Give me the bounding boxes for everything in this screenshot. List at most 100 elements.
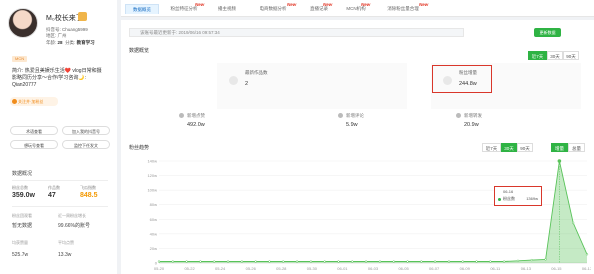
share-icon [456,113,461,118]
age-value: 28 [57,40,63,45]
update-info-bar: 该账号最近更新于: 2019/06/16 09:57:34 [129,28,464,37]
data-point [171,260,174,263]
y-tick-label: 60w [150,217,157,222]
mode-total-button[interactable]: 总量 [568,143,585,152]
stat-value: 525.7w [12,252,29,258]
peak-point [557,159,562,163]
update-data-button[interactable]: 更新数据 [534,28,561,37]
series-line [159,160,588,262]
works-count: 47 [48,192,56,199]
stat-label: 均获赞量 [12,240,28,245]
profile-bio: 简介: 热爱且美娱乐生活❤️ vlog日常和摄 影略同历分享～合作/学习咨询🌙:… [12,68,110,89]
new-flag: New [323,2,333,7]
data-point [544,258,547,261]
x-tick-label: 06-09 [460,266,471,271]
data-point [503,260,506,263]
bio-line: Qian20777 [12,82,37,88]
view-similar-button[interactable]: 想玩号查看 [10,140,58,149]
metric-label: 新增转发 [464,113,482,118]
new-flag: New [419,2,429,7]
data-point [530,258,533,262]
data-point [406,260,409,263]
stat-value: 暂无数据 [12,223,33,229]
data-point [240,260,243,263]
new-flag: New [287,2,297,7]
series-area [159,161,587,263]
data-point [323,260,326,263]
tab-ecommerce[interactable]: 电商数据分析 New [247,2,299,14]
comment-icon [338,113,343,118]
tab-overview[interactable]: 数据概览 [125,4,159,14]
data-point [572,221,575,225]
mode-increment-button[interactable]: 增量 [551,143,568,152]
x-tick-label: 05-30 [307,266,318,271]
fans-trend-chart: 0 20w 40w 60w 80w 100w 120w 140w 05-20 05-22 05-24… [147,159,591,272]
data-point [337,260,340,263]
range-90d-button[interactable]: 90天 [563,51,579,60]
works-card: 最新作品数 2 [217,63,407,109]
stat-label: 粉丝团观看 [12,213,32,218]
stat-label: 作品数 [48,185,60,190]
data-point [213,260,216,263]
metric-label: 新增点赞 [187,113,205,118]
like-icon [179,113,184,118]
y-tick-label: 80w [150,202,157,207]
range-30d-button[interactable]: 30天 [547,51,563,60]
tab-mcn[interactable]: MCN机构 New [339,2,373,14]
id-value: Chuang5999 [62,27,88,32]
verified-badge-icon [78,12,87,21]
data-point [199,260,202,263]
y-tick-label: 120w [147,173,157,178]
follow-fans-button[interactable]: 关注并·加粉丝 [10,97,58,106]
id-label: 抖音号: [46,27,61,32]
y-tick-label: 40w [150,231,157,236]
tab-fans-quality[interactable]: 消除粉丝量合理 New [375,2,431,14]
add-to-my-accounts-button[interactable]: 加入我的抖音号 [62,126,110,135]
data-point [282,260,285,263]
section-title: 粉丝趋势 [129,145,150,151]
chart-tooltip: 06-16 粉丝数 1369w [494,186,542,206]
cat-label: 分类: [65,40,76,45]
avatar[interactable] [8,8,38,38]
y-tick-label: 0 [155,261,158,266]
profile-id: 抖音号: Chuang5999 [46,27,88,32]
monitor-posts-button[interactable]: 监控下任发文 [62,140,110,149]
x-tick-label: 06-05 [398,266,409,271]
region-value: 广州 [57,33,67,38]
chart-range-7d-button[interactable]: 近7天 [482,143,501,152]
tab-label: 消除粉丝量合理 [387,6,419,11]
data-point [585,253,589,256]
range-7d-button[interactable]: 近7天 [528,51,547,60]
tab-fans-analysis[interactable]: 粉丝特征分析 New [161,2,207,14]
video-icon [229,76,238,85]
data-point [268,260,271,263]
mcn-tag: MCN [12,56,28,62]
data-point [378,260,382,263]
x-tick-label: 05-24 [215,266,226,271]
tab-live[interactable]: 直播记录 New [301,2,337,14]
x-tick-label: 06-17 [582,266,591,271]
stat-label: 粉丝总数 [12,185,28,190]
chart-range-90d-button[interactable]: 90天 [517,143,533,152]
main-panel: 该账号最近更新于: 2019/06/16 09:57:34 更新数据 数据概览 … [121,20,594,274]
profile-region: 地区: 广州 [46,33,67,38]
x-tick-label: 05-20 [154,266,165,271]
data-point [475,260,478,263]
data-point [364,260,368,263]
series-dot [498,198,501,201]
tab-label: 粉丝特征分析 [170,6,198,11]
chart-range-30d-button[interactable]: 30天 [501,143,517,152]
tab-videos[interactable]: 播主视频 [209,4,245,14]
data-point [226,260,230,263]
x-tick-label: 05-22 [184,266,195,271]
new-flag: New [195,2,205,7]
data-point [392,260,395,263]
x-tick-label: 06-15 [551,266,562,271]
divider [12,206,108,207]
term-view-button[interactable]: 术语查看 [10,126,58,135]
stat-label: 飞瓜指数 [80,185,96,190]
data-point [295,260,299,263]
cat-value: 教育学习 [76,40,95,45]
bio-line: 简介: 热爱且美娱乐生活❤️ vlog日常和摄 [12,68,102,74]
stat-value: 99.66%的账号 [58,223,90,229]
